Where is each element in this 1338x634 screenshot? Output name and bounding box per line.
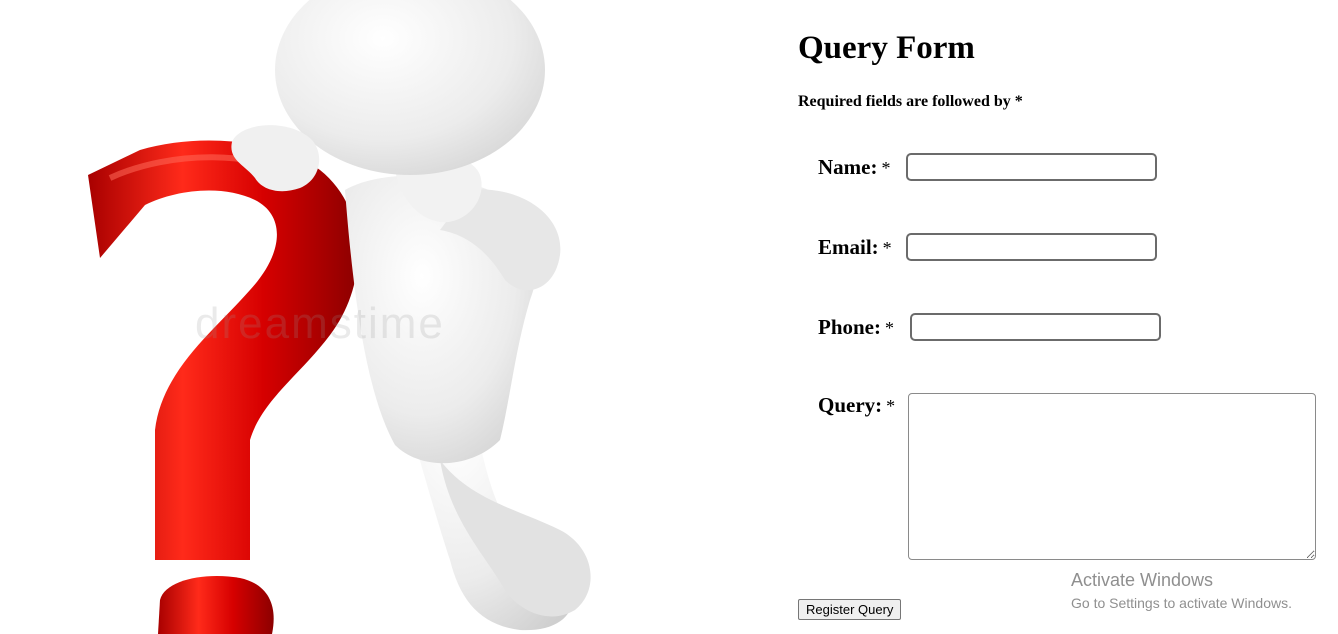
register-query-button[interactable]: Register Query [798,599,902,620]
phone-required-mark: * [885,318,894,338]
phone-input[interactable] [910,313,1161,341]
question-mark-shape [88,140,359,634]
activate-windows-title: Activate Windows [1071,570,1214,590]
query-required-mark: * [886,396,896,416]
required-fields-note: Required fields are followed by * [798,93,1023,110]
question-mark-illustration: dreamstime [0,0,770,634]
page: dreamstime Query Form Required fields ar… [0,0,1338,634]
email-required-mark: * [882,238,892,258]
name-input[interactable] [906,153,1157,181]
form-title: Query Form [798,30,975,66]
email-label: Email: * [818,235,892,260]
query-textarea[interactable] [908,393,1316,560]
email-label-text: Email: [818,235,879,259]
activate-windows-subtitle: Go to Settings to activate Windows. [1071,595,1292,611]
name-label: Name: * [818,155,890,180]
query-label: Query: * [818,393,895,418]
name-required-mark: * [881,158,891,178]
email-input[interactable] [906,233,1157,261]
phone-label: Phone: * [818,315,894,340]
query-label-text: Query: [818,393,883,417]
phone-label-text: Phone: [818,315,881,339]
name-label-text: Name: [818,155,878,179]
watermark-text: dreamstime [195,299,445,348]
